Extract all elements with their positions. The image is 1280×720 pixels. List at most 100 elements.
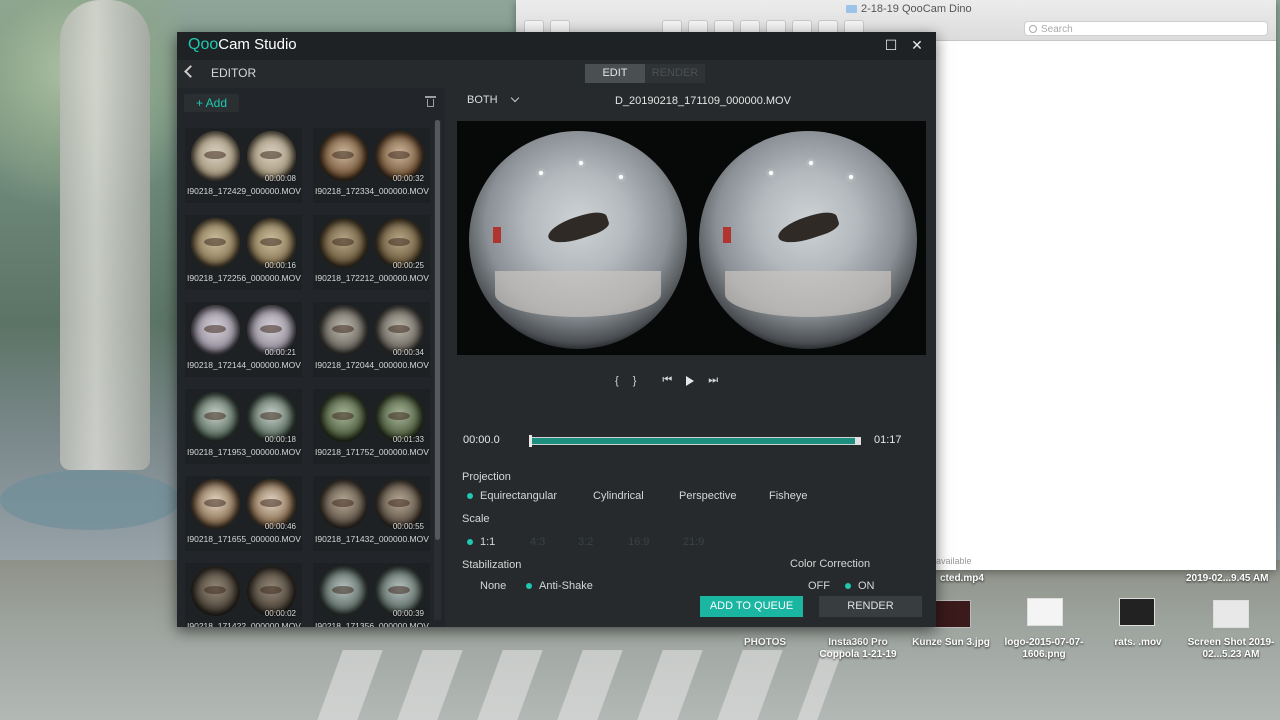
clip-thumbnail[interactable]: 00:00:16 I90218_172256_000000.MOV	[185, 215, 302, 290]
out-point-handle[interactable]	[855, 437, 861, 445]
trash-icon[interactable]	[425, 96, 436, 107]
mark-in-icon[interactable]: {	[615, 375, 619, 387]
fisheye-thumb	[318, 566, 368, 616]
clip-thumbnail[interactable]: 00:00:34 I90218_172044_000000.MOV	[313, 302, 430, 377]
fisheye-thumb	[318, 131, 368, 181]
clip-duration: 00:00:18	[264, 435, 296, 444]
fisheye-thumb	[190, 305, 240, 355]
clip-duration: 00:00:39	[392, 609, 424, 618]
maximize-icon[interactable]: ☐	[883, 37, 899, 53]
back-arrow-icon[interactable]	[184, 65, 197, 78]
projection-equirectangular[interactable]: Equirectangular	[480, 490, 557, 502]
add-to-queue-button[interactable]: ADD TO QUEUE	[700, 596, 803, 617]
scale-16-9[interactable]: 16:9	[628, 536, 649, 548]
clip-duration: 00:00:02	[264, 609, 296, 618]
desktop-partial-file[interactable]: cted.mp4	[940, 573, 984, 585]
scale-1-1[interactable]: 1:1	[480, 536, 495, 548]
desktop-item-photos[interactable]: PHOTOS	[725, 637, 805, 649]
desktop-item-insta360[interactable]: Insta360 Pro Coppola 1-21-19	[812, 637, 904, 661]
clip-name: I90218_172144_000000.MOV	[187, 360, 301, 370]
desktop-item-logo[interactable]: logo-2015-07-07-1606.png	[1000, 637, 1088, 661]
stabilization-anti-shake[interactable]: Anti-Shake	[539, 580, 593, 592]
clip-thumbnail[interactable]: 00:00:39 I90218_171356_000000.MOV	[313, 563, 430, 627]
playback-controls: { } ⏮ ⏭	[615, 374, 718, 387]
clip-duration: 00:00:08	[264, 174, 296, 183]
fisheye-thumb	[190, 566, 240, 616]
folder-icon	[846, 5, 857, 13]
library-scrollbar[interactable]	[434, 120, 441, 620]
color-correction-off[interactable]: OFF	[808, 580, 830, 592]
fisheye-thumb	[190, 479, 240, 529]
clip-name: I90218_172212_000000.MOV	[315, 273, 429, 283]
clip-thumbnail[interactable]: 00:00:55 I90218_171432_000000.MOV	[313, 476, 430, 551]
timeline-scrubber[interactable]	[529, 435, 861, 447]
render-button[interactable]: RENDER	[819, 596, 922, 617]
editor-bar: EDITOR EDIT RENDER	[177, 60, 936, 88]
tab-render[interactable]: RENDER	[645, 64, 705, 83]
scale-21-9[interactable]: 21:9	[683, 536, 704, 548]
mark-out-icon[interactable]: }	[633, 375, 637, 387]
desktop-file-thumbnail[interactable]	[1119, 598, 1155, 626]
video-preview[interactable]	[457, 121, 926, 355]
tab-edit[interactable]: EDIT	[585, 64, 645, 83]
clip-thumbnail[interactable]: 00:00:25 I90218_172212_000000.MOV	[313, 215, 430, 290]
clip-thumbnail[interactable]: 00:00:02 I90218_171422_000000.MOV	[185, 563, 302, 627]
desktop-item-rats[interactable]: rats. .mov	[1098, 637, 1178, 649]
skip-back-icon[interactable]: ⏮	[662, 374, 672, 387]
fisheye-thumb	[318, 479, 368, 529]
scroll-thumb[interactable]	[435, 120, 440, 540]
projection-fisheye[interactable]: Fisheye	[769, 490, 808, 502]
clip-duration: 00:00:34	[392, 348, 424, 357]
desktop-file-thumbnail[interactable]	[1213, 600, 1249, 628]
clip-thumbnail[interactable]: 00:01:33 I90218_171752_000000.MOV	[313, 389, 430, 464]
fisheye-thumb	[190, 131, 240, 181]
clip-name: I90218_171422_000000.MOV	[187, 621, 301, 627]
clip-thumbnail[interactable]: 00:00:08 I90218_172429_000000.MOV	[185, 128, 302, 203]
close-icon[interactable]: ✕	[909, 37, 925, 53]
current-time: 00:00.0	[463, 434, 500, 446]
clip-thumbnail[interactable]: 00:00:18 I90218_171953_000000.MOV	[185, 389, 302, 464]
scale-label: Scale	[462, 513, 490, 525]
stabilization-none[interactable]: None	[480, 580, 506, 592]
finder-status: available	[936, 556, 972, 566]
desktop-file-thumbnail[interactable]	[935, 600, 971, 628]
clip-thumbnail[interactable]: 00:00:46 I90218_171655_000000.MOV	[185, 476, 302, 551]
clip-name: I90218_171752_000000.MOV	[315, 447, 429, 457]
desktop-item-kunze[interactable]: Kunze Sun 3.jpg	[906, 637, 996, 649]
fisheye-thumb	[318, 305, 368, 355]
clip-duration: 00:00:32	[392, 174, 424, 183]
color-correction-label: Color Correction	[790, 558, 871, 570]
clip-duration: 00:00:55	[392, 522, 424, 531]
playhead[interactable]	[529, 435, 532, 447]
app-logo: QooCam Studio	[188, 36, 297, 53]
clip-duration: 00:00:25	[392, 261, 424, 270]
fisheye-thumb	[318, 218, 368, 268]
desktop-item-screenshot[interactable]: Screen Shot 2019-02...5.23 AM	[1184, 637, 1278, 661]
fisheye-thumb	[190, 218, 240, 268]
finder-title: 2-18-19 QooCam Dino	[846, 3, 972, 15]
clip-thumbnail[interactable]: 00:00:32 I90218_172334_000000.MOV	[313, 128, 430, 203]
finder-search-input[interactable]: Search	[1024, 21, 1268, 36]
projection-cylindrical[interactable]: Cylindrical	[593, 490, 644, 502]
add-button[interactable]: + Add	[184, 94, 239, 112]
scale-3-2[interactable]: 3:2	[578, 536, 593, 548]
left-fisheye-view	[469, 131, 687, 349]
qoocam-studio-window: QooCam Studio ☐ ✕ EDITOR EDIT RENDER + A…	[177, 32, 936, 627]
play-icon[interactable]	[686, 375, 695, 386]
clip-name: I90218_172429_000000.MOV	[187, 186, 301, 196]
desktop-file-thumbnail[interactable]	[1027, 598, 1063, 626]
editor-panel: BOTH D_20190218_171109_000000.MOV { } ⏮ …	[445, 88, 936, 627]
mode-tabs: EDIT RENDER	[585, 64, 705, 83]
color-correction-on[interactable]: ON	[858, 580, 875, 592]
clip-name: I90218_171432_000000.MOV	[315, 534, 429, 544]
clip-name: I90218_171356_000000.MOV	[315, 621, 429, 627]
view-mode-select[interactable]: BOTH	[467, 93, 519, 106]
projection-perspective[interactable]: Perspective	[679, 490, 736, 502]
stabilization-label: Stabilization	[462, 559, 522, 571]
clip-thumbnail[interactable]: 00:00:21 I90218_172144_000000.MOV	[185, 302, 302, 377]
skip-forward-icon[interactable]: ⏭	[708, 374, 718, 387]
right-fisheye-view	[699, 131, 917, 349]
scale-4-3[interactable]: 4:3	[530, 536, 545, 548]
current-file-name: D_20190218_171109_000000.MOV	[615, 95, 791, 107]
clip-name: I90218_172256_000000.MOV	[187, 273, 301, 283]
